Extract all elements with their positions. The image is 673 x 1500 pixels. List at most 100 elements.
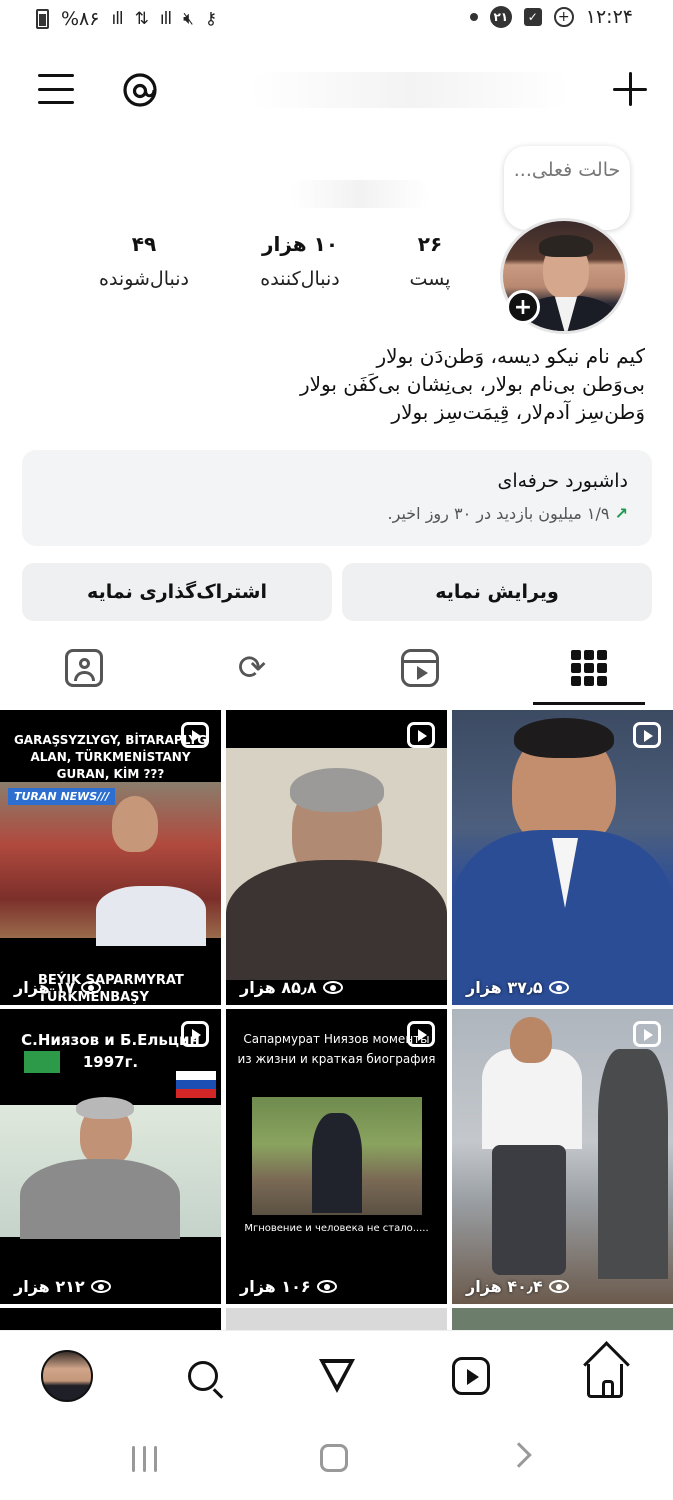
bio-line: کیم نام نیکو دیسه، وَطن‌دَن بولار	[376, 344, 645, 368]
flag-turkmenistan	[24, 1051, 60, 1073]
stat-following-label: دنبال‌شونده	[98, 268, 190, 290]
eye-icon	[322, 981, 343, 994]
system-nav	[0, 1420, 673, 1500]
bio-line: بی‌وَطن بی‌نام بولار، بی‌نِشان بی‌کَفَن …	[299, 372, 645, 396]
bio-line: وَطن‌سِز آدم‌لار، قِیمَت‌سِز بولار	[391, 400, 645, 424]
flag-russia	[176, 1071, 216, 1098]
professional-dashboard[interactable]: داشبورد حرفه‌ای ↗ ۱/۹ میلیون بازدید در ۳…	[22, 450, 652, 546]
reel-badge-icon	[633, 1021, 661, 1047]
post-tile[interactable]: ۸۵٫۸ هزار	[226, 710, 447, 1005]
reels-icon	[401, 649, 439, 687]
trend-up-icon: ↗	[614, 504, 628, 523]
repost-icon: ⟳	[237, 648, 267, 688]
status-right: ۲۱ ✓ + ۱۲:۲۴	[469, 6, 633, 28]
profile-tabs: ⟳	[0, 628, 673, 706]
home-button-icon[interactable]	[320, 1444, 348, 1472]
post-tile[interactable]: ۴۰٫۴ هزار	[452, 1009, 673, 1304]
stat-following-value: ۴۹	[131, 232, 157, 256]
tab-reels[interactable]	[392, 640, 448, 696]
reel-badge-icon	[181, 722, 209, 748]
mute-icon: 🔇︎	[183, 9, 194, 29]
post-views: ۱۷ هزار	[14, 978, 101, 997]
nav-messages[interactable]	[310, 1349, 364, 1403]
tagged-icon	[65, 649, 103, 687]
post-views: ۸۵٫۸ هزار	[240, 978, 343, 997]
data-icon: ⇅	[134, 9, 149, 29]
stat-posts-label: پست	[409, 268, 451, 290]
clock: ۱۲:۲۴	[585, 6, 633, 28]
share-profile-button[interactable]: اشتراک‌گذاری نمایه	[22, 563, 332, 621]
bio: کیم نام نیکو دیسه، وَطن‌دَن بولار بی‌وَط…	[245, 342, 645, 426]
threads-icon[interactable]	[120, 70, 160, 110]
stat-followers[interactable]: ۱۰ هزار دنبال‌کننده	[248, 232, 352, 290]
add-circle-icon: +	[553, 7, 574, 27]
check-icon: ✓	[523, 8, 542, 26]
nav-search[interactable]	[176, 1349, 230, 1403]
post-views: ۳۷٫۵ هزار	[466, 978, 569, 997]
menu-icon[interactable]	[38, 74, 74, 104]
notification-badge: ۲۱	[489, 6, 512, 28]
profile-avatar-icon	[41, 1350, 93, 1402]
send-icon	[319, 1359, 355, 1393]
post-views: ۱۰۶ هزار	[240, 1277, 337, 1296]
tab-grid[interactable]	[561, 640, 617, 696]
nav-reels[interactable]	[444, 1349, 498, 1403]
reels-icon	[452, 1357, 490, 1395]
eye-icon	[548, 1280, 569, 1293]
profile-avatar-wrap[interactable]: +	[492, 208, 642, 334]
reel-badge-icon	[407, 1021, 435, 1047]
nav-home[interactable]	[578, 1349, 632, 1403]
reel-badge-icon	[633, 722, 661, 748]
signal-icon: ıll	[111, 9, 123, 29]
recent-apps-icon[interactable]	[132, 1446, 157, 1472]
eye-icon	[316, 1280, 337, 1293]
post-views-count: ۲۱۲ هزار	[14, 1277, 85, 1296]
status-bar: %۸۶ ıll ⇅ ıll 🔇︎ ⚷ ۲۱ ✓ + ۱۲:۲۴	[0, 0, 673, 40]
eye-icon	[548, 981, 569, 994]
dashboard-subtitle: ↗ ۱/۹ میلیون بازدید در ۳۰ روز اخیر.	[46, 504, 628, 523]
active-tab-indicator	[533, 702, 645, 705]
stat-followers-label: دنبال‌کننده	[260, 268, 340, 290]
dot-icon	[469, 13, 478, 21]
stat-posts-value: ۲۶	[417, 232, 443, 256]
nav-profile[interactable]	[40, 1349, 94, 1403]
post-tile[interactable]: С.Ниязов и Б.Ельцин 1997г. ۲۱۲ هزار	[0, 1009, 221, 1304]
tab-tagged[interactable]	[56, 640, 112, 696]
home-icon	[587, 1364, 623, 1398]
stat-following[interactable]: ۴۹ دنبال‌شونده	[84, 232, 204, 290]
grid-icon	[571, 650, 607, 686]
dashboard-title: داشبورد حرفه‌ای	[497, 470, 628, 492]
stat-posts[interactable]: ۲۶ پست	[398, 232, 462, 290]
battery-level: %۸۶	[61, 8, 100, 30]
username-blurred[interactable]	[250, 72, 570, 108]
search-icon	[188, 1361, 218, 1391]
post-views-count: ۱۷ هزار	[14, 978, 75, 997]
bottom-nav	[0, 1330, 673, 1420]
add-story-button[interactable]: +	[506, 290, 540, 324]
eye-icon	[80, 981, 101, 994]
post-sub-caption: TURAN NEWS///	[8, 788, 116, 805]
post-views: ۲۱۲ هزار	[14, 1277, 111, 1296]
post-tile[interactable]: GARAŞSYZLYGY, BİTARAPLYG ALAN, TÜRKMENİS…	[0, 710, 221, 1005]
signal-2-icon: ıll	[159, 9, 172, 29]
post-tile[interactable]: ۳۷٫۵ هزار	[452, 710, 673, 1005]
battery-icon	[36, 9, 49, 29]
status-left: %۸۶ ıll ⇅ ıll 🔇︎ ⚷	[36, 8, 217, 30]
app-bar	[0, 58, 673, 122]
reel-badge-icon	[407, 722, 435, 748]
post-views-count: ۳۷٫۵ هزار	[466, 978, 543, 997]
post-views-count: ۱۰۶ هزار	[240, 1277, 311, 1296]
post-views-count: ۸۵٫۸ هزار	[240, 978, 317, 997]
reel-badge-icon	[181, 1021, 209, 1047]
back-icon[interactable]	[506, 1442, 532, 1468]
display-name-blurred	[290, 180, 430, 208]
edit-profile-button[interactable]: ویرایش نمایه	[342, 563, 652, 621]
post-views: ۴۰٫۴ هزار	[466, 1277, 569, 1296]
post-bottom-caption: Мгновение и человека не стало.....	[244, 1223, 429, 1234]
post-views-count: ۴۰٫۴ هزار	[466, 1277, 543, 1296]
create-plus-icon[interactable]	[613, 72, 647, 106]
key-icon: ⚷	[204, 9, 217, 29]
post-tile[interactable]: Сапармурат Ниязов моменты из жизни и кра…	[226, 1009, 447, 1304]
tab-reposts[interactable]: ⟳	[224, 640, 280, 696]
stat-followers-value: ۱۰ هزار	[261, 232, 339, 256]
